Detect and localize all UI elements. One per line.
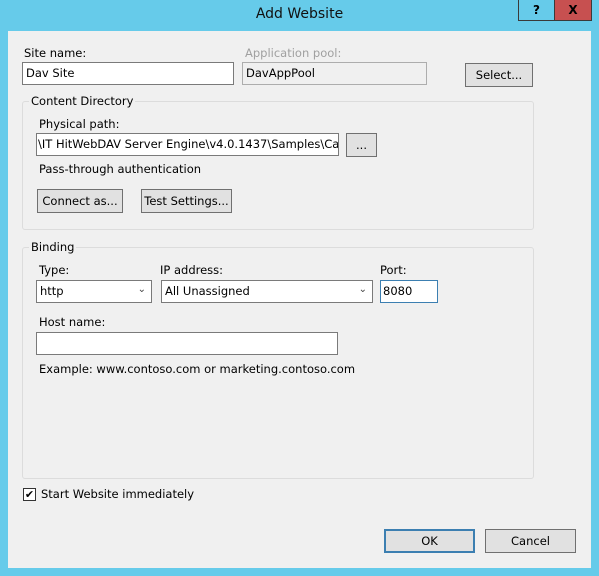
host-example-text: Example: www.contoso.com or marketing.co… [39, 362, 356, 376]
help-button[interactable]: ? [518, 0, 555, 21]
ip-address-value: All Unassigned [165, 284, 250, 298]
browse-button[interactable]: ... [346, 133, 377, 157]
test-settings-button[interactable]: Test Settings... [141, 189, 232, 213]
content-directory-legend: Content Directory [29, 94, 136, 108]
port-label: Port: [380, 263, 407, 277]
binding-legend: Binding [29, 240, 77, 254]
chevron-down-icon: ⌄ [358, 284, 367, 295]
start-website-checkbox[interactable]: ✔ [23, 488, 36, 501]
type-value: http [40, 284, 64, 298]
host-name-input[interactable] [36, 332, 338, 355]
type-select[interactable]: http ⌄ [36, 280, 152, 303]
ip-address-label: IP address: [160, 263, 224, 277]
type-label: Type: [39, 263, 70, 277]
connect-as-button[interactable]: Connect as... [37, 189, 123, 213]
site-name-label: Site name: [24, 46, 87, 60]
port-input[interactable]: 8080 [380, 280, 438, 303]
app-pool-label: Application pool: [245, 46, 342, 60]
start-website-label[interactable]: Start Website immediately [41, 487, 194, 501]
site-name-input[interactable]: Dav Site [22, 62, 234, 85]
app-pool-input: DavAppPool [242, 62, 427, 85]
cancel-button[interactable]: Cancel [485, 529, 576, 553]
physical-path-input[interactable]: \IT HitWebDAV Server Engine\v4.0.1437\Sa… [36, 133, 339, 156]
chevron-down-icon: ⌄ [137, 284, 146, 295]
ip-address-select[interactable]: All Unassigned ⌄ [161, 280, 373, 303]
select-button[interactable]: Select... [465, 63, 533, 87]
host-name-label: Host name: [39, 315, 106, 329]
ok-button[interactable]: OK [384, 529, 475, 553]
close-button[interactable]: X [554, 0, 592, 21]
auth-text: Pass-through authentication [39, 162, 202, 176]
physical-path-label: Physical path: [39, 117, 120, 131]
window-title: Add Website [255, 6, 344, 22]
